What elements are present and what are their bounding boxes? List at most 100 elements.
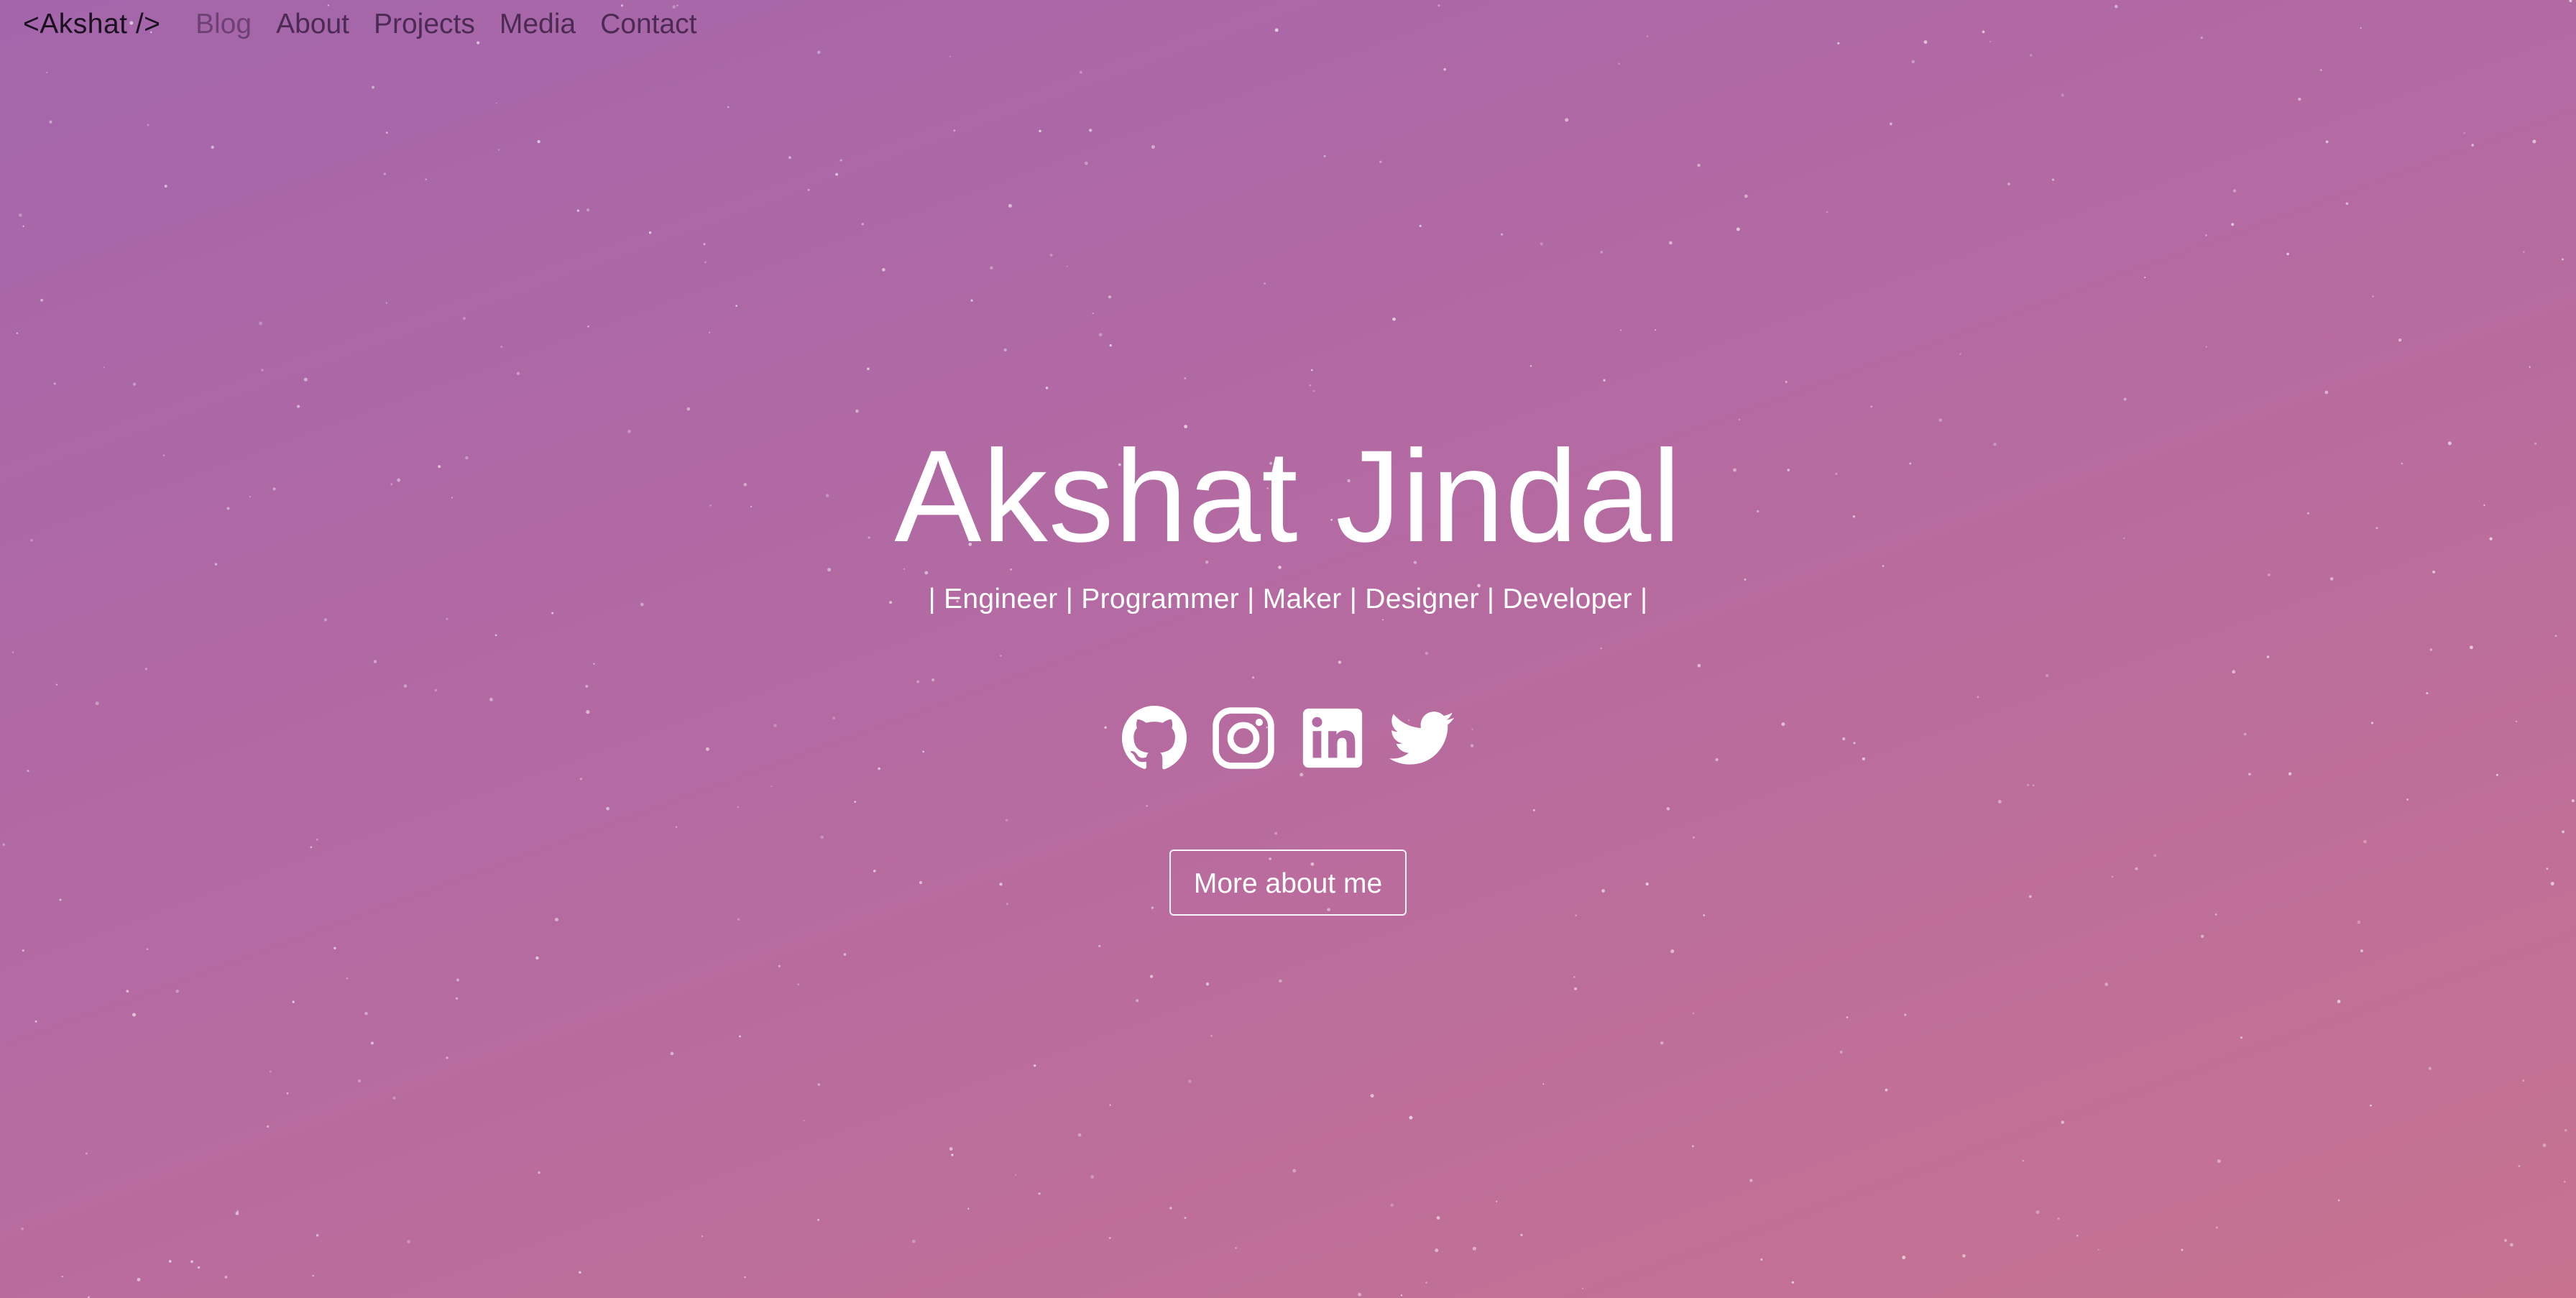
star-dot — [1425, 651, 1428, 655]
star-dot — [1149, 975, 1154, 978]
star-dot — [1109, 344, 1112, 347]
star-dot — [670, 1051, 674, 1056]
star-dot — [132, 1013, 137, 1017]
star-dot — [403, 684, 408, 688]
star-dot — [2357, 920, 2361, 924]
star-dot — [1791, 1281, 1795, 1284]
nav-link-blog[interactable]: Blog — [196, 9, 252, 40]
star-dot — [1169, 1207, 1172, 1210]
star-dot — [2123, 397, 2127, 401]
star-dot — [2144, 276, 2146, 279]
star-dot — [132, 382, 137, 386]
star-dot — [2036, 1210, 2040, 1215]
star-dot — [990, 266, 993, 270]
star-dot — [2, 843, 5, 846]
star-dot — [373, 660, 377, 663]
star-dot — [2032, 784, 2035, 787]
nav-link-projects[interactable]: Projects — [374, 9, 475, 40]
star-dot — [1358, 1292, 1362, 1297]
star-dot — [1496, 1200, 1498, 1202]
star-dot — [1151, 144, 1155, 149]
star-dot — [164, 185, 167, 188]
star-dot — [1187, 1080, 1192, 1083]
star-dot — [1409, 1115, 1413, 1120]
star-dot — [585, 685, 589, 688]
star-dot — [2286, 252, 2289, 256]
star-dot — [820, 835, 824, 839]
star-dot — [593, 663, 595, 665]
star-dot — [316, 838, 318, 841]
star-dot — [12, 651, 14, 653]
star-dot — [739, 1035, 741, 1038]
star-dot — [1697, 663, 1701, 668]
star-dot — [34, 1020, 37, 1023]
star-dot — [709, 331, 711, 333]
star-dot — [2503, 1238, 2508, 1243]
star-dot — [967, 1207, 970, 1210]
star-dot — [312, 1274, 314, 1277]
star-dot — [1392, 317, 1396, 321]
nav-link-contact[interactable]: Contact — [600, 9, 696, 40]
star-dot — [2563, 1180, 2566, 1183]
star-dot — [951, 1154, 954, 1156]
brand-logo-link[interactable]: <Akshat /> — [23, 9, 160, 40]
star-dot — [2529, 366, 2531, 368]
star-dot — [2026, 783, 2030, 786]
github-link[interactable] — [1121, 704, 1188, 772]
star-dot — [2325, 140, 2329, 144]
instagram-link[interactable] — [1210, 704, 1277, 772]
star-field-background — [2, 0, 2575, 1298]
star-dot — [1691, 1145, 1694, 1148]
star-dot — [2522, 1080, 2525, 1082]
star-dot — [1309, 384, 1312, 387]
star-dot — [2363, 839, 2367, 844]
star-dot — [211, 145, 214, 149]
star-dot — [1279, 979, 1282, 983]
star-dot — [1501, 233, 1504, 236]
star-dot — [1542, 1083, 1545, 1085]
star-dot — [392, 1096, 396, 1100]
star-dot — [1619, 329, 1622, 331]
star-dot — [40, 298, 44, 302]
star-dot — [1839, 1050, 1843, 1054]
star-dot — [235, 1211, 239, 1215]
star-dot — [2200, 934, 2204, 938]
star-dot — [269, 1070, 272, 1073]
star-dot — [2298, 97, 2301, 101]
star-dot — [2562, 258, 2564, 261]
star-dot — [2248, 773, 2251, 775]
nav-link-media[interactable]: Media — [500, 9, 576, 40]
star-dot — [867, 367, 870, 371]
star-dot — [385, 302, 387, 304]
star-dot — [425, 178, 427, 180]
star-dot — [385, 132, 388, 134]
star-dot — [1205, 982, 1210, 986]
star-dot — [1655, 329, 1657, 331]
star-dot — [538, 1171, 540, 1174]
star-dot — [446, 1056, 448, 1059]
linkedin-link[interactable] — [1299, 704, 1366, 772]
star-dot — [1574, 987, 1578, 990]
star-dot — [737, 918, 740, 921]
star-dot — [383, 172, 387, 175]
more-about-me-button[interactable]: More about me — [1169, 850, 1407, 916]
twitter-link[interactable] — [1388, 704, 1455, 772]
star-dot — [579, 778, 582, 781]
star-dot — [303, 377, 308, 382]
star-dot — [137, 1277, 141, 1281]
star-dot — [2097, 1248, 2099, 1251]
star-dot — [1090, 1174, 1095, 1179]
nav-link-about[interactable]: About — [276, 9, 349, 40]
social-links — [0, 704, 2576, 772]
star-dot — [2232, 189, 2237, 193]
star-dot — [2181, 1248, 2184, 1251]
star-dot — [1530, 365, 1532, 367]
star-dot — [86, 1152, 88, 1155]
star-dot — [498, 149, 500, 151]
star-dot — [1419, 224, 1422, 228]
star-dot — [778, 965, 781, 967]
star-dot — [2104, 982, 2109, 986]
star-dot — [1300, 773, 1304, 777]
star-dot — [537, 140, 540, 144]
star-dot — [434, 689, 438, 692]
